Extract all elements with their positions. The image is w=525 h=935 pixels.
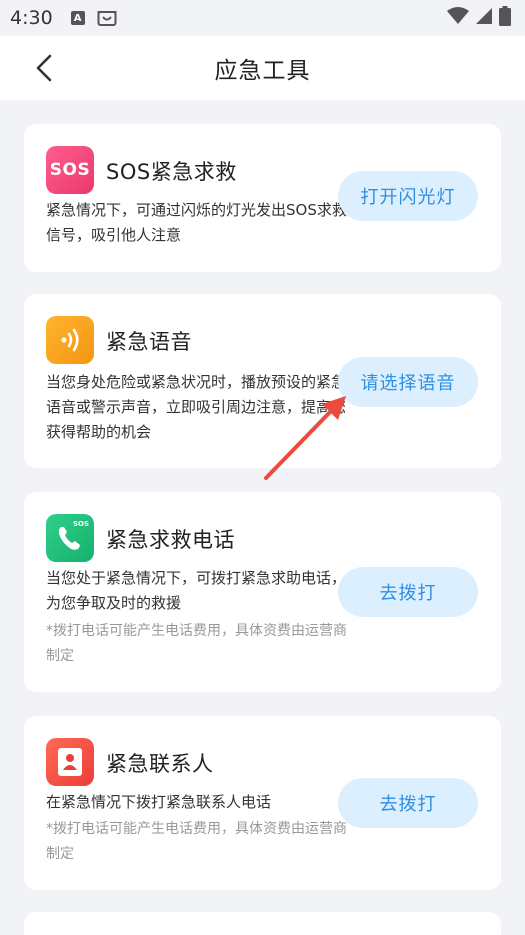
sound-wave-icon (46, 316, 94, 364)
card-description: 在紧急情况下拨打紧急联系人电话 (46, 793, 272, 811)
notification-face-icon (97, 9, 117, 27)
status-right (447, 6, 511, 30)
sos-phone-icon-label: SOS (72, 520, 89, 528)
card-title: 紧急联系人 (106, 752, 214, 776)
back-button[interactable] (26, 50, 62, 86)
sos-phone-icon: SOS (46, 514, 94, 562)
card-title: 紧急求救电话 (106, 528, 235, 552)
chevron-left-icon (36, 54, 52, 82)
battery-icon (499, 6, 511, 30)
card-sos: SOS SOS紧急求救 紧急情况下，可通过闪烁的灯光发出SOS求救信号，吸引他人… (24, 124, 501, 272)
open-flashlight-button[interactable]: 打开闪光灯 (338, 171, 478, 221)
call-emergency-button[interactable]: 去拨打 (338, 567, 478, 617)
card-title: SOS紧急求救 (106, 160, 237, 184)
keyboard-a-icon: A (70, 11, 85, 25)
card-emergency-contact: 紧急联系人 在紧急情况下拨打紧急联系人电话 *拨打电话可能产生电话费用，具体资费… (24, 716, 501, 890)
card-note: *拨打电话可能产生电话费用，具体资费由运营商制定 (46, 821, 347, 862)
card-description: 当您身处危险或紧急状况时，播放预设的紧急语音或警示声音，立即吸引周边注意，提高您… (46, 373, 347, 441)
signal-icon (475, 7, 493, 29)
next-card-partial (24, 912, 501, 935)
call-contact-button[interactable]: 去拨打 (338, 778, 478, 828)
status-bar: 4:30 A (0, 0, 525, 36)
card-note: *拨打电话可能产生电话费用，具体资费由运营商制定 (46, 623, 347, 664)
sos-icon: SOS (46, 146, 94, 194)
status-time: 4:30 (10, 7, 53, 29)
card-description: 紧急情况下，可通过闪烁的灯光发出SOS求救信号，吸引他人注意 (46, 201, 347, 244)
page-title: 应急工具 (214, 58, 311, 84)
select-voice-button[interactable]: 请选择语音 (338, 357, 478, 407)
wifi-icon (447, 7, 469, 29)
contact-card-icon (46, 738, 94, 786)
card-emergency-phone: SOS 紧急求救电话 当您处于紧急情况下，可拨打紧急求助电话，为您争取及时的救援… (24, 492, 501, 692)
card-title: 紧急语音 (106, 330, 192, 354)
card-description: 当您处于紧急情况下，可拨打紧急求助电话，为您争取及时的救援 (46, 569, 347, 612)
sos-icon-label: SOS (49, 160, 91, 180)
top-header: 应急工具 (0, 36, 525, 100)
card-emergency-voice: 紧急语音 当您身处危险或紧急状况时，播放预设的紧急语音或警示声音，立即吸引周边注… (24, 294, 501, 468)
